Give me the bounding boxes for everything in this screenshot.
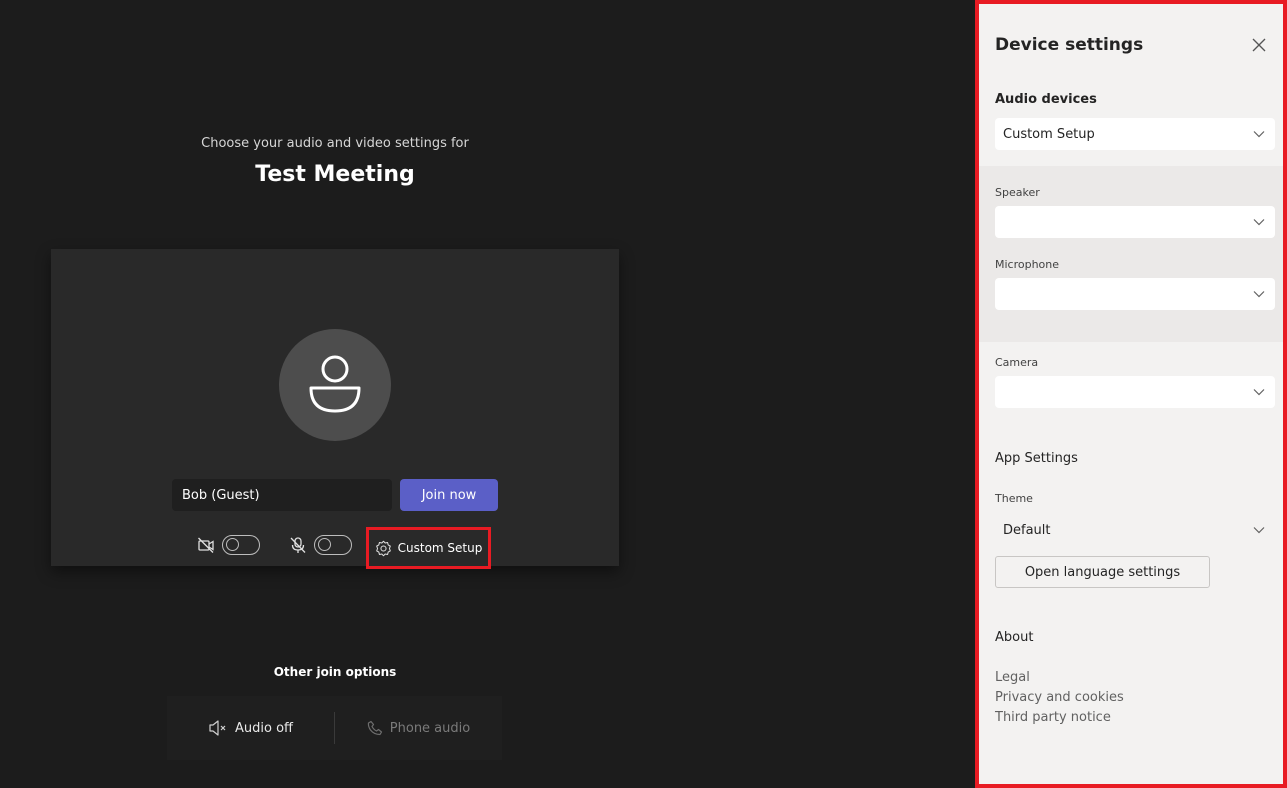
phone-audio-label: Phone audio <box>389 720 471 736</box>
mic-toggle[interactable] <box>314 535 352 555</box>
theme-dropdown[interactable]: Default <box>995 516 1275 544</box>
toggle-knob <box>226 538 239 551</box>
theme-value: Default <box>1003 522 1051 538</box>
microphone-dropdown[interactable] <box>995 278 1275 310</box>
camera-label: Camera <box>995 356 1039 369</box>
app-settings-label: App Settings <box>995 451 1078 466</box>
chevron-down-icon <box>1253 527 1265 534</box>
audio-devices-dropdown[interactable]: Custom Setup <box>995 118 1275 150</box>
camera-toggle[interactable] <box>222 535 260 555</box>
camera-off-icon <box>198 537 214 553</box>
device-settings-panel: Device settings Audio devices Custom Set… <box>975 0 1287 788</box>
mic-off-icon <box>290 537 306 553</box>
other-join-options-title: Other join options <box>273 665 397 679</box>
audio-devices-value: Custom Setup <box>1003 126 1095 142</box>
microphone-label: Microphone <box>995 258 1060 271</box>
audio-off-option[interactable]: Audio off <box>167 696 334 760</box>
join-now-button[interactable]: Join now <box>400 479 498 511</box>
panel-title: Device settings <box>995 35 1144 55</box>
audio-devices-label: Audio devices <box>995 92 1097 107</box>
person-icon <box>309 355 361 413</box>
camera-dropdown[interactable] <box>995 376 1275 408</box>
name-input[interactable]: Bob (Guest) <box>172 479 392 511</box>
speaker-label: Speaker <box>995 186 1040 199</box>
preview-controls: Custom Setup <box>51 527 619 569</box>
third-party-notice-link[interactable]: Third party notice <box>995 710 1111 725</box>
prejoin-screen: Choose your audio and video settings for… <box>0 0 975 788</box>
gear-icon <box>375 540 391 556</box>
other-join-options: Audio off Phone audio <box>167 696 502 760</box>
audio-off-label: Audio off <box>235 720 293 736</box>
prejoin-subtitle: Choose your audio and video settings for <box>201 136 469 151</box>
chevron-down-icon <box>1253 219 1265 226</box>
avatar <box>279 329 391 441</box>
legal-link[interactable]: Legal <box>995 670 1030 685</box>
chevron-down-icon <box>1253 389 1265 396</box>
theme-label: Theme <box>995 492 1033 505</box>
video-preview: Bob (Guest) Join now Custom Setup <box>51 249 619 569</box>
speaker-mute-icon <box>209 720 226 736</box>
chevron-down-icon <box>1253 131 1265 138</box>
privacy-link[interactable]: Privacy and cookies <box>995 690 1124 705</box>
phone-icon <box>367 720 382 736</box>
custom-setup-label: Custom Setup <box>397 541 483 555</box>
open-language-settings-button[interactable]: Open language settings <box>995 556 1210 588</box>
chevron-down-icon <box>1253 291 1265 298</box>
custom-setup-button[interactable]: Custom Setup <box>366 527 491 569</box>
meeting-title: Test Meeting <box>255 162 415 187</box>
phone-audio-option[interactable]: Phone audio <box>335 696 502 760</box>
about-label: About <box>995 630 1034 645</box>
close-icon[interactable] <box>1251 37 1267 53</box>
speaker-dropdown[interactable] <box>995 206 1275 238</box>
toggle-knob <box>318 538 331 551</box>
